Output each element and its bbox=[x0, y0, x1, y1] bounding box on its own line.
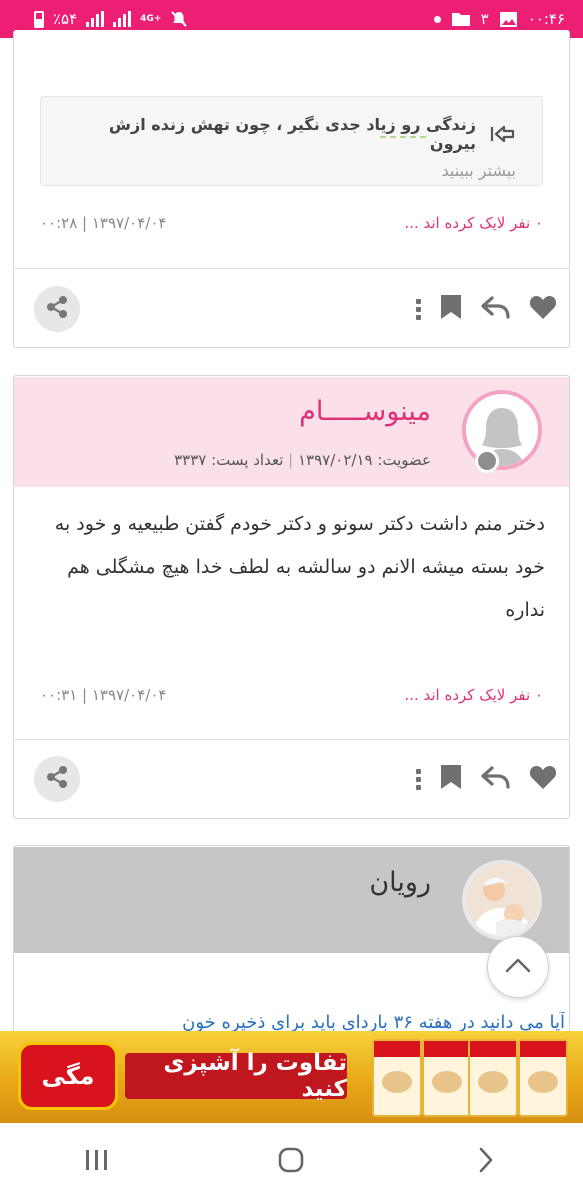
clock: ۰۰:۴۶ bbox=[527, 10, 565, 28]
battery-level: ٪۵۴ bbox=[53, 10, 78, 28]
recent-apps-icon bbox=[84, 1148, 110, 1176]
user-info: عضویت: ۱۳۹۷/۰۲/۱۹ | تعداد پست: ۳۳۳۷ bbox=[174, 451, 431, 469]
heart-icon[interactable] bbox=[529, 294, 557, 324]
post-preview-text[interactable]: آیا می دانید در هفته ۳۶ باردای باید برای… bbox=[20, 1012, 565, 1033]
scroll-top-button[interactable] bbox=[487, 936, 549, 998]
signal-icon-2 bbox=[113, 11, 132, 27]
post-meta-2: ۰۰:۳۱ | ۱۳۹۷/۰۴/۰۴ ۰ نفر لایک کرده اند .… bbox=[40, 686, 543, 704]
chevron-up-icon bbox=[505, 957, 531, 977]
system-nav-bar bbox=[0, 1123, 583, 1200]
post-meta-1: ۰۰:۲۸ | ۱۳۹۷/۰۴/۰۴ ۰ نفر لایک کرده اند .… bbox=[40, 214, 543, 232]
username[interactable]: مینوســـــام bbox=[299, 396, 431, 427]
product-image bbox=[518, 1039, 568, 1117]
reply-icon[interactable] bbox=[481, 765, 511, 793]
share-icon bbox=[44, 764, 70, 794]
username[interactable]: رویان bbox=[369, 867, 431, 898]
see-more-link[interactable]: بیشتر ببینید bbox=[61, 161, 516, 180]
product-image bbox=[372, 1039, 422, 1117]
mute-icon bbox=[170, 10, 188, 28]
image-icon bbox=[499, 11, 518, 28]
membership-date: عضویت: ۱۳۹۷/۰۲/۱۹ bbox=[298, 451, 431, 469]
divider bbox=[13, 268, 570, 269]
quote-text: زندگی رو زیاد جدی نگیر ، چون تهش زنده از… bbox=[108, 115, 476, 153]
action-icons bbox=[416, 294, 557, 324]
avatar[interactable] bbox=[462, 860, 542, 940]
home-button[interactable] bbox=[261, 1132, 321, 1192]
post-actions-1 bbox=[34, 286, 557, 332]
status-left: ٪۵۴ 4G+ bbox=[34, 10, 188, 28]
ad-banner[interactable]: مگی تفاوت را آشپزی کنید bbox=[0, 1031, 583, 1123]
back-chevron-icon bbox=[477, 1146, 495, 1178]
quote-box[interactable]: زندگی رو زیاد جدی نگیر ، چون تهش زنده از… bbox=[40, 96, 543, 186]
share-button[interactable] bbox=[34, 286, 80, 332]
quote-arrow-icon bbox=[488, 123, 516, 145]
avatar[interactable] bbox=[462, 390, 542, 470]
action-icons bbox=[416, 764, 557, 794]
ad-slogan: تفاوت را آشپزی کنید bbox=[125, 1050, 347, 1102]
status-right: ۳ ۰۰:۴۶ bbox=[433, 10, 565, 28]
home-icon bbox=[277, 1146, 305, 1178]
bookmark-icon[interactable] bbox=[439, 294, 463, 324]
reply-icon[interactable] bbox=[481, 295, 511, 323]
underline-decoration bbox=[380, 136, 426, 138]
brand-name: مگی bbox=[41, 1062, 95, 1090]
battery-icon bbox=[34, 10, 44, 28]
mother-baby-photo bbox=[466, 864, 538, 936]
quote-line: زندگی رو زیاد جدی نگیر ، چون تهش زنده از… bbox=[61, 115, 516, 153]
bookmark-icon[interactable] bbox=[439, 764, 463, 794]
online-status-icon bbox=[475, 449, 499, 473]
notification-count: ۳ bbox=[480, 10, 489, 28]
folder-icon bbox=[451, 11, 471, 27]
back-button[interactable] bbox=[456, 1132, 516, 1192]
notification-dot-icon bbox=[433, 15, 441, 23]
divider bbox=[13, 739, 570, 740]
post-actions-2 bbox=[34, 756, 557, 802]
likes-link[interactable]: ۰ نفر لایک کرده اند ... bbox=[404, 686, 543, 704]
share-icon bbox=[44, 294, 70, 324]
product-image bbox=[422, 1039, 472, 1117]
signal-icon bbox=[86, 11, 105, 27]
post-count: تعداد پست: ۳۳۳۷ bbox=[174, 451, 284, 469]
more-vertical-icon[interactable] bbox=[416, 298, 421, 320]
more-vertical-icon[interactable] bbox=[416, 768, 421, 790]
heart-icon[interactable] bbox=[529, 764, 557, 794]
likes-link[interactable]: ۰ نفر لایک کرده اند ... bbox=[404, 214, 543, 232]
post-body: دختر منم داشت دکتر سونو و دکتر خودم گفتن… bbox=[54, 513, 545, 621]
brand-logo: مگی bbox=[18, 1042, 118, 1110]
product-image bbox=[468, 1039, 518, 1117]
info-separator: | bbox=[288, 451, 294, 469]
network-type: 4G+ bbox=[140, 13, 162, 24]
post-date: ۰۰:۲۸ | ۱۳۹۷/۰۴/۰۴ bbox=[40, 214, 167, 232]
recent-apps-button[interactable] bbox=[67, 1132, 127, 1192]
post-date: ۰۰:۳۱ | ۱۳۹۷/۰۴/۰۴ bbox=[40, 686, 167, 704]
share-button[interactable] bbox=[34, 756, 80, 802]
